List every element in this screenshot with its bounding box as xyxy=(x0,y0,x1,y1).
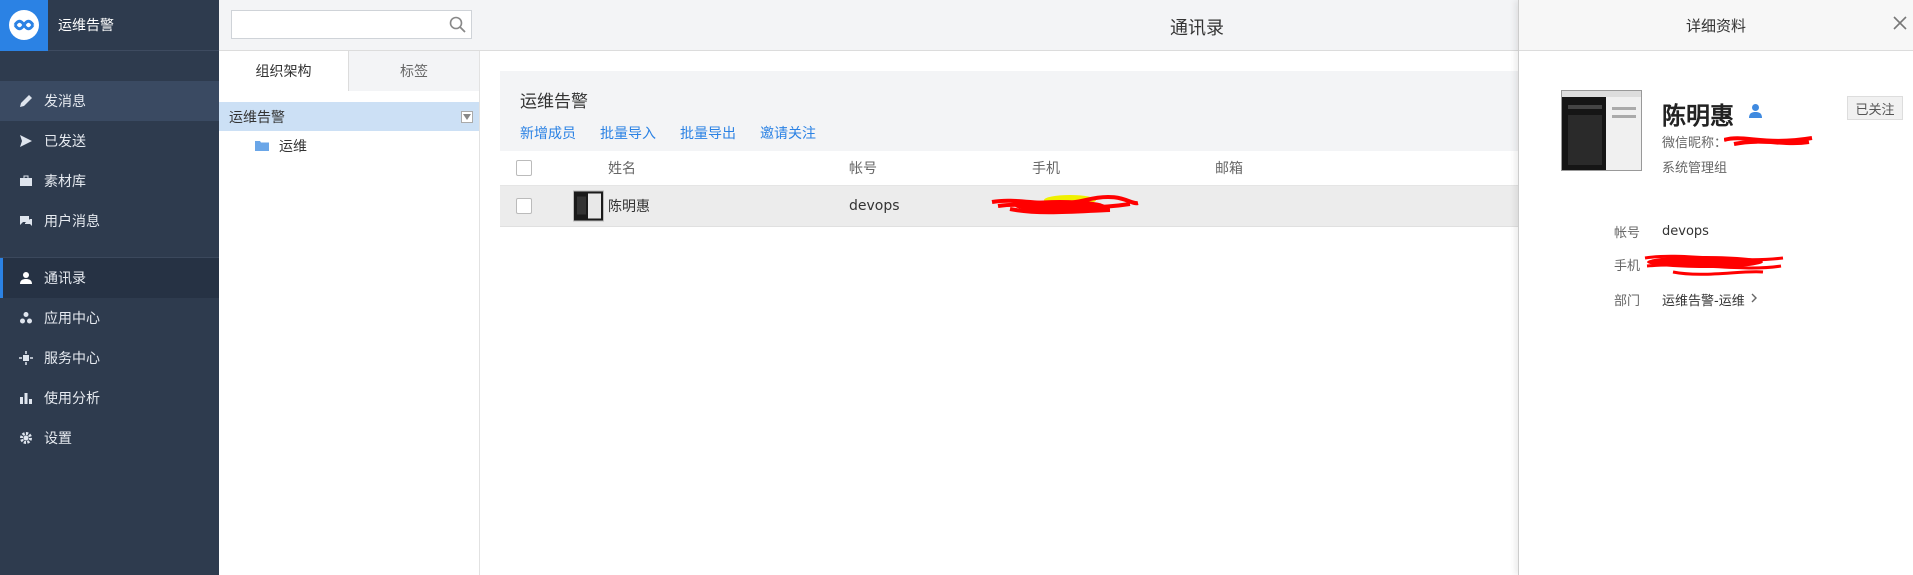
sidebar-item-send-message[interactable]: 发消息 xyxy=(0,81,219,121)
add-member-link[interactable]: 新增成员 xyxy=(520,123,576,143)
sidebar-item-sent[interactable]: 已发送 xyxy=(0,121,219,161)
info-row-department[interactable]: 部门 运维告警-运维 xyxy=(1614,290,1758,309)
batch-export-link[interactable]: 批量导出 xyxy=(680,123,736,143)
search-icon[interactable] xyxy=(449,16,466,37)
page-title: 通讯录 xyxy=(1170,18,1224,39)
sidebar-item-label: 使用分析 xyxy=(44,391,100,407)
brand-header: 运维告警 xyxy=(0,0,219,51)
account-label: 帐号 xyxy=(1614,226,1641,241)
app-name: 运维告警 xyxy=(58,18,114,34)
sidebar: 运维告警 发消息 已发送 素材库 用户消息 通讯录 应用中心 服务中心 使用分析… xyxy=(0,0,219,575)
detail-panel: 详细资料 陈明惠 微信昵称： 系统管理组 已关注 帐号 devops 手机 部门… xyxy=(1518,0,1913,575)
avatar xyxy=(1561,90,1642,171)
tree-child-label: 运维 xyxy=(279,138,307,155)
detail-title: 详细资料 xyxy=(1686,17,1747,35)
invite-follow-link[interactable]: 邀请关注 xyxy=(760,123,816,143)
avatar xyxy=(573,190,604,222)
sidebar-item-label: 设置 xyxy=(44,431,72,447)
sidebar-divider xyxy=(0,241,219,258)
department-label: 部门 xyxy=(1614,294,1641,309)
action-links: 新增成员 批量导入 批量导出 邀请关注 xyxy=(520,123,816,143)
tab-org-structure[interactable]: 组织架构 xyxy=(219,51,349,91)
tree-tabs: 组织架构 标签 xyxy=(219,51,479,91)
briefcase-icon xyxy=(18,173,34,189)
account-value: devops xyxy=(1662,224,1709,239)
sidebar-item-service-center[interactable]: 服务中心 xyxy=(0,338,219,378)
gear-icon xyxy=(18,430,34,446)
member-account: devops xyxy=(849,198,900,214)
sidebar-item-label: 用户消息 xyxy=(44,214,100,230)
column-header-account: 帐号 xyxy=(849,161,877,177)
search-box xyxy=(231,10,472,39)
sidebar-item-settings[interactable]: 设置 xyxy=(0,418,219,458)
phone-redaction xyxy=(1643,250,1785,284)
column-header-email: 邮箱 xyxy=(1215,161,1243,177)
sidebar-nav: 发消息 已发送 素材库 用户消息 通讯录 应用中心 服务中心 使用分析 设置 xyxy=(0,51,219,458)
table-header: 姓名 帐号 手机 邮箱 xyxy=(500,151,1519,186)
select-all-checkbox[interactable] xyxy=(516,160,532,176)
close-icon[interactable] xyxy=(1891,14,1909,32)
sidebar-item-usage-analysis[interactable]: 使用分析 xyxy=(0,378,219,418)
sidebar-item-label: 应用中心 xyxy=(44,311,100,327)
chevron-right-icon[interactable] xyxy=(1751,292,1758,307)
wechat-nickname-label: 微信昵称： xyxy=(1662,136,1728,151)
sidebar-item-label: 服务中心 xyxy=(44,351,100,367)
service-icon xyxy=(18,350,34,366)
department-value[interactable]: 运维告警-运维 xyxy=(1662,290,1745,309)
tree-child-node[interactable]: 运维 xyxy=(219,131,479,160)
profile-group: 系统管理组 xyxy=(1662,161,1728,176)
member-table: 姓名 帐号 手机 邮箱 陈明惠 devops xyxy=(500,151,1519,227)
chat-icon xyxy=(18,213,34,229)
pencil-icon xyxy=(18,93,34,109)
info-row-account: 帐号 devops xyxy=(1614,222,1709,241)
sidebar-item-app-center[interactable]: 应用中心 xyxy=(0,298,219,338)
app-logo xyxy=(0,0,48,51)
search-input[interactable] xyxy=(232,11,442,38)
tree-root-node[interactable]: 运维告警 xyxy=(219,102,479,131)
person-icon xyxy=(18,270,34,286)
tab-tags[interactable]: 标签 xyxy=(349,51,479,91)
sidebar-item-contacts[interactable]: 通讯录 xyxy=(0,258,219,298)
status-badge: 已关注 xyxy=(1847,96,1903,120)
sidebar-item-user-messages[interactable]: 用户消息 xyxy=(0,201,219,241)
column-header-name: 姓名 xyxy=(608,161,636,177)
group-title: 运维告警 xyxy=(520,92,588,112)
person-icon xyxy=(1748,103,1763,123)
send-icon xyxy=(18,133,34,149)
batch-import-link[interactable]: 批量导入 xyxy=(600,123,656,143)
main-content: 运维告警 新增成员 批量导入 批量导出 邀请关注 姓名 帐号 手机 邮箱 陈明惠… xyxy=(481,51,1519,575)
sidebar-item-label: 通讯录 xyxy=(44,271,86,287)
detail-header: 详细资料 xyxy=(1519,0,1913,51)
tree-root-label: 运维告警 xyxy=(229,109,285,126)
wechat-nickname: 微信昵称： xyxy=(1662,132,1727,151)
bar-chart-icon xyxy=(18,390,34,406)
column-header-phone: 手机 xyxy=(1032,161,1060,177)
sidebar-item-label: 发消息 xyxy=(44,94,86,110)
apps-icon xyxy=(18,310,34,326)
row-checkbox[interactable] xyxy=(516,198,532,214)
org-tree-panel: 组织架构 标签 运维告警 运维 xyxy=(219,51,480,575)
dropdown-toggle-icon[interactable] xyxy=(461,111,473,123)
group-header: 运维告警 新增成员 批量导入 批量导出 邀请关注 xyxy=(500,71,1519,151)
nickname-redaction xyxy=(1723,130,1814,154)
profile-name: 陈明惠 xyxy=(1662,102,1734,130)
folder-icon xyxy=(255,141,269,151)
member-name[interactable]: 陈明惠 xyxy=(608,196,650,216)
table-row[interactable]: 陈明惠 devops xyxy=(500,186,1519,227)
logo-icon xyxy=(9,10,39,40)
sidebar-item-materials[interactable]: 素材库 xyxy=(0,161,219,201)
sidebar-item-label: 素材库 xyxy=(44,174,86,190)
sidebar-item-label: 已发送 xyxy=(44,134,86,150)
member-phone-redacted xyxy=(990,191,1140,221)
